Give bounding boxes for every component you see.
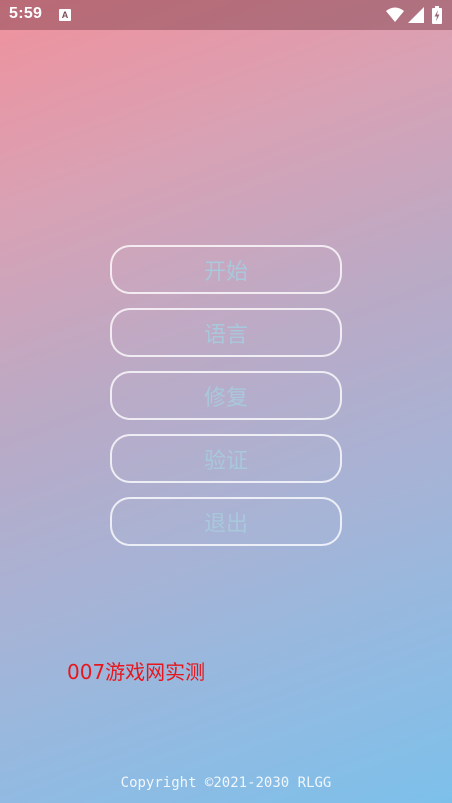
repair-button[interactable]: 修复: [110, 371, 342, 420]
main-menu: 开始 语言 修复 验证 退出: [110, 245, 342, 560]
text-a-icon: A: [59, 9, 71, 21]
status-time: 5:59: [9, 5, 43, 22]
verify-button[interactable]: 验证: [110, 434, 342, 483]
watermark-text: 007游戏网实测: [67, 660, 206, 684]
signal-icon: [408, 7, 424, 27]
language-button[interactable]: 语言: [110, 308, 342, 357]
wifi-icon: [386, 7, 404, 26]
start-button[interactable]: 开始: [110, 245, 342, 294]
copyright-text: Copyright ©2021-2030 RLGG: [120, 775, 332, 791]
exit-button[interactable]: 退出: [110, 497, 342, 546]
battery-charging-icon: [432, 6, 442, 28]
status-bar: 5:59 A: [0, 0, 452, 30]
